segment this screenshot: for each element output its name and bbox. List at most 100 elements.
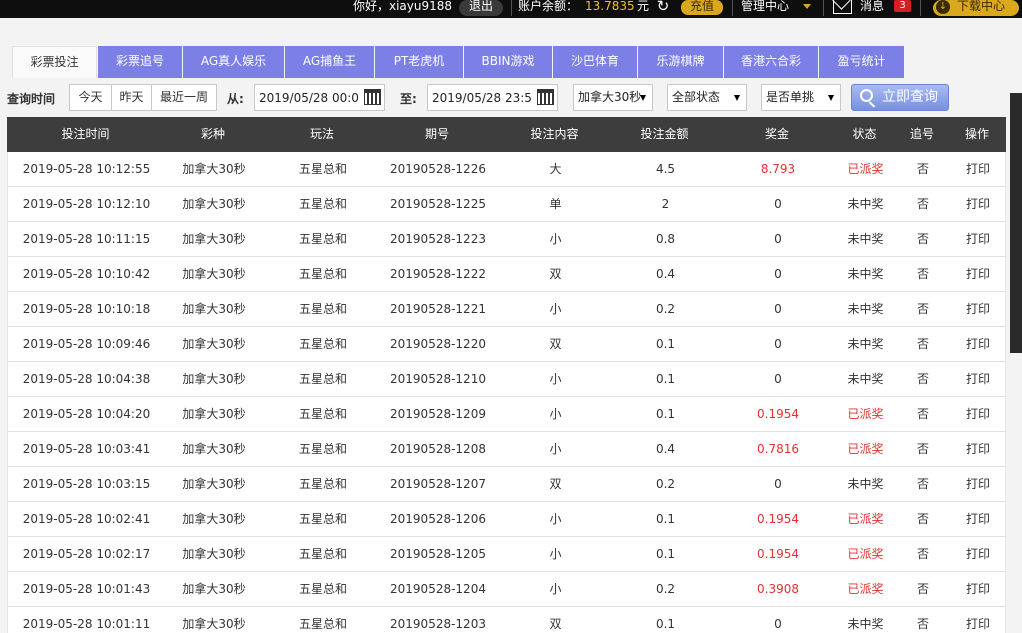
bet-amount-cell: 0.1 bbox=[655, 372, 676, 386]
status-select[interactable]: 全部状态 bbox=[667, 84, 747, 111]
play-type-cell: 五星总和 bbox=[298, 372, 347, 386]
balance-label: 账户余额： bbox=[518, 0, 579, 13]
lottery-type-select[interactable]: 加拿大30秒 bbox=[573, 84, 653, 111]
tab-ag-fishing[interactable]: AG捕鱼王 bbox=[285, 46, 374, 78]
bet-content-cell: 小 bbox=[549, 512, 562, 526]
table-row: 2019-05-28 10:09:46 加拿大30秒 五星总和 20190528-12… bbox=[7, 327, 1006, 362]
bet-amount-cell: 0.1 bbox=[655, 617, 676, 631]
bet-time-cell: 2019-05-28 10:03:15 bbox=[22, 477, 151, 491]
issue-number-cell: 20190528-1210 bbox=[390, 372, 486, 386]
table-row: 2019-05-28 10:11:15 加拿大30秒 五星总和 20190528-12… bbox=[7, 222, 1006, 257]
download-center-button[interactable]: ↓ 下载中心 bbox=[933, 0, 1019, 16]
print-link[interactable]: 打印 bbox=[958, 292, 998, 326]
bet-amount-cell: 0.1 bbox=[655, 337, 676, 351]
chase-cell: 否 bbox=[916, 337, 929, 351]
prize-cell: 0.1954 bbox=[757, 407, 799, 421]
play-type-cell: 五星总和 bbox=[298, 337, 347, 351]
tab-lottery-chase[interactable]: 彩票追号 bbox=[98, 46, 182, 78]
last-week-button[interactable]: 最近一周 bbox=[151, 85, 216, 110]
lottery-type-cell: 加拿大30秒 bbox=[182, 407, 246, 421]
tab-profit-stats[interactable]: 盈亏统计 bbox=[819, 46, 904, 78]
calendar-icon[interactable] bbox=[364, 89, 381, 105]
print-link[interactable]: 打印 bbox=[958, 607, 998, 633]
messages-link[interactable]: 消息 bbox=[860, 0, 884, 18]
from-date-input[interactable] bbox=[255, 85, 359, 110]
status-value: 全部状态 bbox=[672, 90, 721, 104]
single-bet-select[interactable]: 是否单挑 bbox=[761, 84, 841, 111]
print-link[interactable]: 打印 bbox=[958, 572, 998, 606]
column-header: 彩种 bbox=[200, 127, 225, 141]
table-row: 2019-05-28 10:10:18 加拿大30秒 五星总和 20190528-12… bbox=[7, 292, 1006, 327]
table-row: 2019-05-28 10:02:17 加拿大30秒 五星总和 20190528-12… bbox=[7, 537, 1006, 572]
bet-content-cell: 小 bbox=[549, 407, 562, 421]
bet-amount-cell: 2 bbox=[661, 197, 670, 211]
chase-cell: 否 bbox=[916, 582, 929, 596]
calendar-icon[interactable] bbox=[537, 89, 554, 105]
chase-cell: 否 bbox=[916, 232, 929, 246]
print-link[interactable]: 打印 bbox=[958, 502, 998, 536]
print-link[interactable]: 打印 bbox=[958, 222, 998, 256]
status-cell: 未中奖 bbox=[847, 372, 884, 386]
recharge-button[interactable]: 充值 bbox=[681, 0, 723, 15]
to-date-field[interactable] bbox=[427, 84, 558, 111]
lottery-type-cell: 加拿大30秒 bbox=[182, 232, 246, 246]
tab-lottery-bets[interactable]: 彩票投注 bbox=[12, 46, 97, 78]
print-link[interactable]: 打印 bbox=[958, 397, 998, 431]
tab-bbin-games[interactable]: BBIN游戏 bbox=[464, 46, 552, 78]
tab-leyou-chess[interactable]: 乐游棋牌 bbox=[638, 46, 723, 78]
top-bar: 你好，xiayu9188 退出 账户余额： 13.7835 元 ↻ 充值 管理中… bbox=[0, 0, 1022, 18]
to-label: 至: bbox=[400, 92, 417, 106]
print-link[interactable]: 打印 bbox=[958, 362, 998, 396]
print-link[interactable]: 打印 bbox=[958, 432, 998, 466]
column-header: 状态 bbox=[852, 127, 877, 141]
chevron-down-icon bbox=[734, 95, 740, 101]
chase-cell: 否 bbox=[916, 197, 929, 211]
chase-cell: 否 bbox=[916, 442, 929, 456]
from-date-field[interactable] bbox=[254, 84, 385, 111]
print-link[interactable]: 打印 bbox=[958, 467, 998, 501]
mail-icon[interactable] bbox=[833, 0, 852, 14]
bet-time-cell: 2019-05-28 10:01:11 bbox=[22, 617, 151, 631]
today-button[interactable]: 今天 bbox=[70, 85, 111, 110]
status-cell: 未中奖 bbox=[847, 617, 884, 631]
print-link[interactable]: 打印 bbox=[958, 187, 998, 221]
tab-saba-sports[interactable]: 沙巴体育 bbox=[553, 46, 637, 78]
print-link[interactable]: 打印 bbox=[958, 327, 998, 361]
lottery-type-cell: 加拿大30秒 bbox=[182, 547, 246, 561]
issue-number-cell: 20190528-1225 bbox=[390, 197, 486, 211]
yesterday-button[interactable]: 昨天 bbox=[111, 85, 151, 110]
status-cell: 已派奖 bbox=[847, 512, 884, 526]
column-header: 奖金 bbox=[764, 127, 789, 141]
column-header: 操作 bbox=[964, 127, 989, 141]
bet-amount-cell: 0.2 bbox=[655, 582, 676, 596]
scrollbar-thumb[interactable] bbox=[1010, 93, 1022, 353]
refresh-icon[interactable]: ↻ bbox=[655, 0, 671, 14]
print-link[interactable]: 打印 bbox=[958, 257, 998, 291]
print-link[interactable]: 打印 bbox=[958, 152, 998, 186]
print-link[interactable]: 打印 bbox=[958, 537, 998, 571]
lottery-type-cell: 加拿大30秒 bbox=[182, 197, 246, 211]
column-header: 期号 bbox=[424, 127, 449, 141]
search-button[interactable]: 立即查询 bbox=[851, 84, 949, 111]
bet-amount-cell: 0.8 bbox=[655, 232, 676, 246]
chevron-down-icon[interactable] bbox=[803, 4, 811, 9]
admin-center-menu[interactable]: 管理中心 bbox=[741, 0, 789, 18]
bet-amount-cell: 0.4 bbox=[655, 442, 676, 456]
issue-number-cell: 20190528-1226 bbox=[390, 162, 486, 176]
to-date-input[interactable] bbox=[428, 85, 532, 110]
lottery-type-cell: 加拿大30秒 bbox=[182, 582, 246, 596]
tab-ag-live[interactable]: AG真人娱乐 bbox=[183, 46, 284, 78]
bet-content-cell: 双 bbox=[549, 267, 562, 281]
download-icon: ↓ bbox=[936, 0, 950, 14]
table-row: 2019-05-28 10:01:11 加拿大30秒 五星总和 20190528-12… bbox=[7, 607, 1006, 633]
balance-unit: 元 bbox=[637, 0, 650, 13]
tab-pt-slots[interactable]: PT老虎机 bbox=[375, 46, 463, 78]
tab-hk-mark-six[interactable]: 香港六合彩 bbox=[724, 46, 818, 78]
play-type-cell: 五星总和 bbox=[298, 267, 347, 281]
bet-time-cell: 2019-05-28 10:01:43 bbox=[22, 582, 151, 596]
chase-cell: 否 bbox=[916, 302, 929, 316]
play-type-cell: 五星总和 bbox=[298, 302, 347, 316]
status-cell: 未中奖 bbox=[847, 302, 884, 316]
logout-button[interactable]: 退出 bbox=[459, 0, 503, 16]
bet-content-cell: 单 bbox=[549, 197, 562, 211]
